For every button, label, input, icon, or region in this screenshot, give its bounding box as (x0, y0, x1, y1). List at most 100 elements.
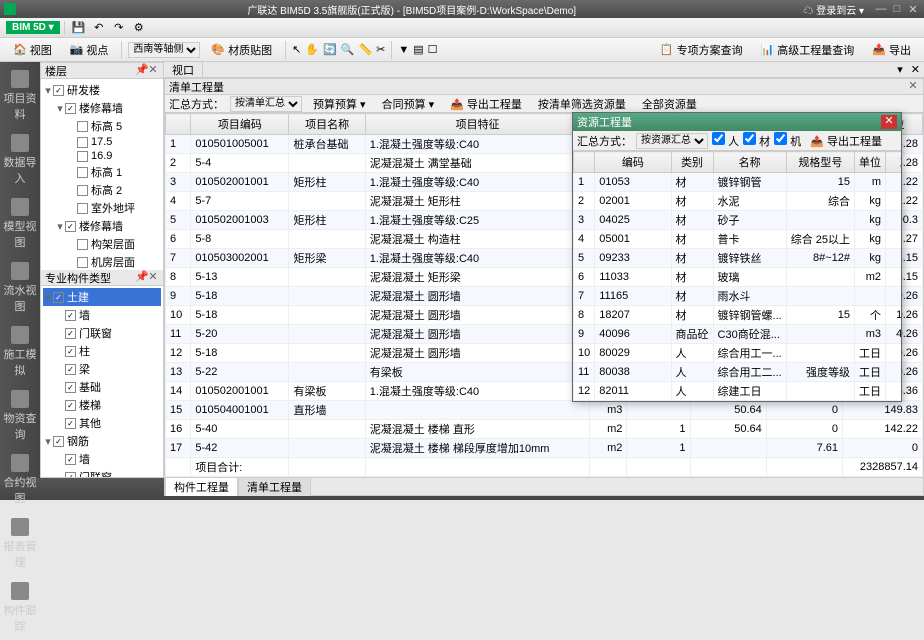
table-row[interactable]: 611033材玻璃m211.9407.386.39 (574, 268, 902, 287)
tree-item[interactable]: ✓楼梯 (43, 396, 161, 414)
resource-window[interactable]: 资源工程量 ✕ 汇总方式： 按资源汇总 人 材 机 📤 导出工程量 编码类别名称… (572, 112, 902, 402)
tree-item[interactable]: ✓墙 (43, 450, 161, 468)
res-summary-select[interactable]: 按资源汇总 (636, 133, 708, 149)
col-header[interactable]: 工程量 (886, 152, 901, 173)
col-header[interactable]: 规格型号 (786, 152, 854, 173)
tree-item[interactable]: ✓门联窗 (43, 324, 161, 342)
close-icon[interactable]: ✕ (881, 115, 897, 129)
section-icon[interactable]: ✂ (376, 43, 385, 56)
table-row[interactable]: 1282011人综建工日工日147.09132.534784.88 (574, 382, 902, 401)
table-row[interactable]: 101053材镀锌钢管15m862.2593.993440.41 (574, 173, 902, 192)
match-btn[interactable]: 按清单筛选资源量 (533, 94, 631, 114)
settings-icon[interactable]: ⚙ (131, 20, 147, 36)
spec-tree[interactable]: ▾✓土建✓墙✓门联窗✓柱✓梁✓基础✓楼梯✓其他▾✓钢筋✓墙✓门联窗✓柱✓梁✓基础… (41, 286, 163, 477)
pin-icon[interactable]: 📌 (135, 65, 147, 77)
export-button[interactable]: 📤 导出 (865, 39, 918, 61)
tree-item[interactable]: ✓门联窗 (43, 468, 161, 477)
col-header[interactable]: 项目编码 (191, 114, 289, 135)
tree-item[interactable]: ✓柱 (43, 342, 161, 360)
table-row[interactable]: 项目合计:2328857.14 (166, 458, 923, 477)
sidebar-item[interactable]: 数据导入 (0, 128, 40, 192)
panel-close-icon[interactable]: ✕ (147, 272, 159, 284)
filter-machine[interactable]: 机 (774, 132, 801, 149)
table-row[interactable]: 1382013人其它人工费元67.628167.63 (574, 401, 902, 402)
sidebar-item[interactable]: 施工模拟 (0, 320, 40, 384)
sidebar-item[interactable]: 报表管理 (0, 512, 40, 576)
tree-item[interactable]: ▾✓土建 (43, 288, 161, 306)
sidebar-item[interactable]: 合约视图 (0, 448, 40, 512)
export-qty-btn[interactable]: 📤 导出工程量 (445, 94, 527, 114)
undo-icon[interactable]: ↶ (91, 20, 107, 36)
budget-btn[interactable]: 预算预算 ▾ (308, 94, 371, 114)
minimize-button[interactable]: — (874, 3, 888, 15)
col-header[interactable]: 单位 (855, 152, 886, 173)
table-row[interactable]: 405001材普卡综合 25以上kg262.0590.45117.93 (574, 230, 902, 249)
cloud-login[interactable]: ☁ 登录到云 ▾ (803, 2, 864, 17)
table-row[interactable]: 15010504001001直形墙m350.640149.83 (166, 401, 923, 420)
orbit-icon[interactable]: 🔄 (323, 43, 337, 56)
col-header[interactable] (574, 152, 595, 173)
col-header[interactable]: 编码 (595, 152, 671, 173)
col-header[interactable]: 名称 (713, 152, 786, 173)
view-button[interactable]: 🏠 视图 (6, 39, 59, 61)
table-row[interactable]: 165-40泥凝混凝土 楼梯 直形m2150.640142.22 (166, 420, 923, 439)
tree-item[interactable]: 17.5 (43, 135, 161, 149)
brand-menu[interactable]: BIM 5D ▾ (6, 21, 60, 34)
col-header[interactable]: 项目名称 (289, 114, 365, 135)
select-icon[interactable]: ☐ (428, 43, 438, 56)
contract-btn[interactable]: 合同预算 ▾ (377, 94, 440, 114)
sidebar-item[interactable]: 物资查询 (0, 384, 40, 448)
special-query-button[interactable]: 📋 专项方案查询 (653, 39, 750, 61)
zoom-icon[interactable]: 🔍 (341, 43, 355, 56)
filter-material[interactable]: 材 (743, 132, 770, 149)
maximize-button[interactable]: □ (890, 3, 904, 15)
tree-item[interactable]: 构架层面 (43, 235, 161, 253)
table-row[interactable]: 202001材水泥综合kg113.2770.3741.91 (574, 192, 902, 211)
table-row[interactable]: 940096商品砼C30商砼混...m34831.7134101981002.3… (574, 325, 902, 344)
sidebar-item[interactable]: 流水视图 (0, 256, 40, 320)
layers-icon[interactable]: ▤ (413, 43, 423, 56)
tab-menu-icon[interactable]: ▾ (893, 63, 907, 76)
save-icon[interactable]: 💾 (71, 20, 87, 36)
sidebar-item[interactable]: 项目资料 (0, 64, 40, 128)
resource-grid[interactable]: 编码类别名称规格型号单位工程量单价合价(元)101053材镀锌钢管15m862.… (573, 151, 901, 401)
tree-item[interactable]: ▾✓研发楼 (43, 81, 161, 99)
filter-icon[interactable]: ▼ (398, 44, 409, 56)
tree-item[interactable]: 机房层面 (43, 253, 161, 270)
tree-item[interactable]: ▾✓钢筋 (43, 432, 161, 450)
tree-item[interactable]: 室外地坪 (43, 199, 161, 217)
table-row[interactable]: 711165材雨水斗19.4434.6790.8 (574, 287, 902, 306)
tree-item[interactable]: 标高 1 (43, 163, 161, 181)
tree-item[interactable]: ✓基础 (43, 378, 161, 396)
component-qty-tab[interactable]: 构件工程量 (165, 477, 238, 496)
viewport-tab[interactable]: 视口 (164, 61, 203, 79)
tree-item[interactable]: ✓墙 (43, 306, 161, 324)
floor-tree[interactable]: ▾✓研发楼▾✓楼修幕墙标高 517.516.9标高 1标高 2室外地坪▾✓楼修幕… (41, 79, 163, 270)
panel-close-icon[interactable]: ✕ (907, 81, 919, 93)
table-row[interactable]: 1180038人综合用工二...强度等级工日14.5644806990.72 (574, 363, 902, 382)
tree-item[interactable]: ▾✓楼修幕墙 (43, 217, 161, 235)
measure-icon[interactable]: 📏 (358, 43, 372, 56)
tab-close-icon[interactable]: ✕ (907, 63, 924, 76)
tree-item[interactable]: 标高 5 (43, 117, 161, 135)
table-row[interactable]: 818207材镀锌钢管螺...15个1383.8410.52719.6 (574, 306, 902, 325)
close-button[interactable]: ✕ (906, 3, 920, 15)
table-row[interactable]: 1080029人综合用工一...工日203.0975811779.64 (574, 344, 902, 363)
panel-close-icon[interactable]: ✕ (147, 65, 159, 77)
list-qty-tab[interactable]: 清单工程量 (238, 477, 311, 496)
summary-select[interactable]: 按清单汇总 (230, 96, 302, 112)
sidebar-item[interactable]: 构件跟踪 (0, 576, 40, 640)
redo-icon[interactable]: ↷ (111, 20, 127, 36)
advanced-query-button[interactable]: 📊 高级工程量查询 (754, 39, 862, 61)
col-header[interactable]: 项目特征 (365, 114, 590, 135)
tree-item[interactable]: ✓其他 (43, 414, 161, 432)
table-row[interactable]: 175-42泥凝混凝土 楼梯 梯段厚度增加10mmm217.610 (166, 439, 923, 458)
tree-item[interactable]: ▾✓楼修幕墙 (43, 99, 161, 117)
tree-item[interactable]: 标高 2 (43, 181, 161, 199)
axis-select[interactable]: 西南等轴侧 (128, 42, 200, 58)
viewpoint-button[interactable]: 📷 视点 (63, 39, 116, 61)
all-res-btn[interactable]: 全部资源量 (637, 94, 702, 114)
table-row[interactable]: 509233材镀锌铁丝8#~12#kg11.8353.8545.56 (574, 249, 902, 268)
cursor-icon[interactable]: ↖ (292, 43, 301, 56)
col-header[interactable] (166, 114, 191, 135)
